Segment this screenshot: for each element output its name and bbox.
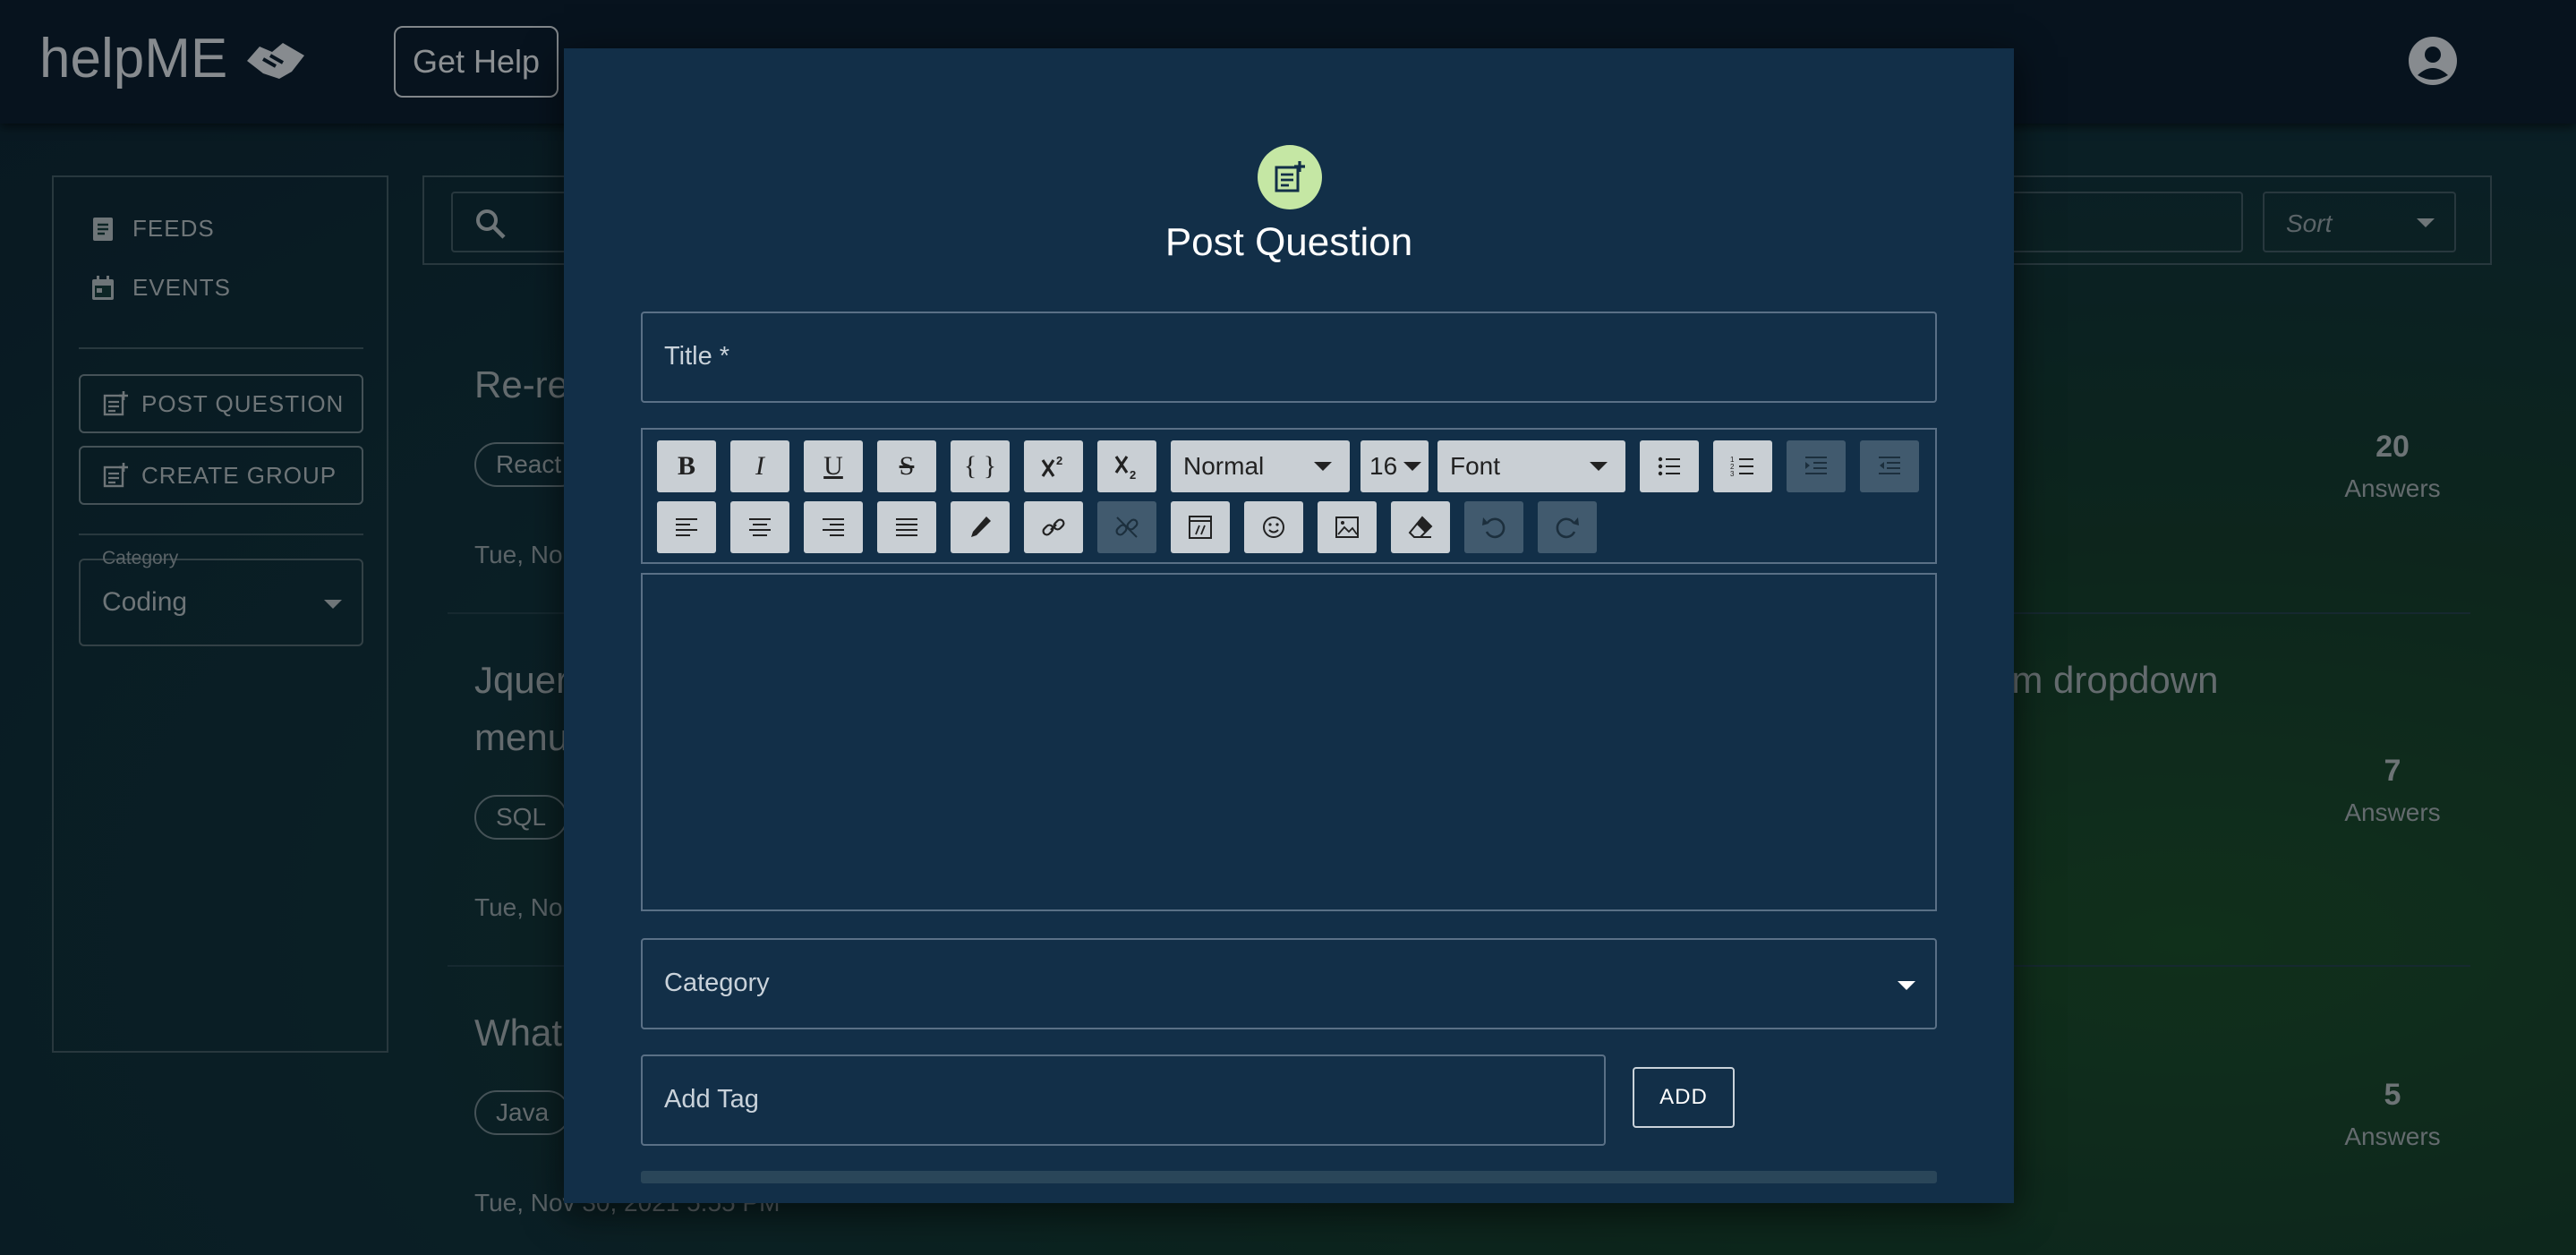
chevron-down-icon (1403, 462, 1421, 471)
redo-button[interactable] (1538, 501, 1597, 553)
numbered-list-icon: 123 (1730, 456, 1753, 478)
bullet-list-icon (1658, 457, 1680, 476)
subscript-button[interactable]: 2 (1097, 440, 1156, 492)
title-field[interactable]: Title * (641, 312, 1937, 403)
outdent-button[interactable] (1860, 440, 1919, 492)
post-question-dialog: Post Question Title * B I U S { } 2 2 No… (564, 48, 2014, 1203)
unordered-list-button[interactable] (1640, 440, 1699, 492)
redo-icon (1556, 517, 1579, 539)
font-size-value: 16 (1369, 452, 1398, 480)
align-justify-icon (896, 518, 917, 536)
font-family-value: Font (1450, 452, 1501, 480)
unlink-icon (1115, 517, 1139, 538)
link-icon (1042, 518, 1065, 536)
embed-icon (1189, 516, 1212, 539)
add-tag-input[interactable]: Add Tag (641, 1054, 1606, 1146)
chevron-down-icon (1314, 462, 1332, 471)
embed-button[interactable] (1171, 501, 1230, 553)
image-icon (1335, 517, 1359, 538)
dialog-scroll-edge (641, 1171, 1937, 1183)
link-button[interactable] (1024, 501, 1083, 553)
pencil-icon (971, 517, 991, 537)
post-add-icon (1258, 145, 1322, 209)
superscript-icon: 2 (1041, 454, 1062, 477)
remove-format-button[interactable] (1391, 501, 1450, 553)
align-left-button[interactable] (657, 501, 716, 553)
svg-text:2: 2 (1056, 454, 1062, 467)
font-family-select[interactable]: Font (1437, 440, 1625, 492)
unlink-button[interactable] (1097, 501, 1156, 553)
emoji-button[interactable] (1244, 501, 1303, 553)
title-placeholder: Title * (664, 342, 730, 371)
ordered-list-button[interactable]: 123 (1713, 440, 1772, 492)
outdent-icon (1879, 457, 1900, 474)
add-tag-button[interactable]: ADD (1633, 1067, 1735, 1128)
align-right-button[interactable] (804, 501, 863, 553)
svg-text:2: 2 (1130, 468, 1136, 482)
align-center-button[interactable] (730, 501, 789, 553)
category-select-field[interactable]: Category (641, 938, 1937, 1029)
bold-button[interactable]: B (657, 440, 716, 492)
strikethrough-button[interactable]: S (877, 440, 936, 492)
code-block-button[interactable]: { } (951, 440, 1010, 492)
align-right-icon (823, 518, 844, 536)
undo-button[interactable] (1464, 501, 1523, 553)
chevron-down-icon (1898, 981, 1915, 990)
superscript-button[interactable]: 2 (1024, 440, 1083, 492)
indent-button[interactable] (1787, 440, 1846, 492)
eraser-icon (1408, 516, 1433, 538)
color-picker-button[interactable] (951, 501, 1010, 553)
editor-toolbar: B I U S { } 2 2 Normal 16 Font 123 (641, 428, 1937, 564)
undo-icon (1482, 517, 1506, 539)
chevron-down-icon (1590, 462, 1608, 471)
block-type-value: Normal (1183, 452, 1265, 480)
smiley-icon (1263, 517, 1284, 538)
block-type-select[interactable]: Normal (1171, 440, 1350, 492)
image-button[interactable] (1318, 501, 1377, 553)
category-placeholder: Category (664, 969, 770, 997)
add-tag-placeholder: Add Tag (664, 1085, 759, 1114)
dialog-title: Post Question (1164, 220, 1413, 264)
indent-icon (1805, 457, 1827, 474)
italic-button[interactable]: I (730, 440, 789, 492)
editor-content-area[interactable] (641, 573, 1937, 911)
align-justify-button[interactable] (877, 501, 936, 553)
align-center-icon (749, 518, 771, 536)
font-size-select[interactable]: 16 (1361, 440, 1429, 492)
underline-button[interactable]: U (804, 440, 863, 492)
align-left-icon (676, 518, 697, 536)
svg-text:3: 3 (1730, 470, 1735, 478)
subscript-icon: 2 (1114, 456, 1136, 482)
